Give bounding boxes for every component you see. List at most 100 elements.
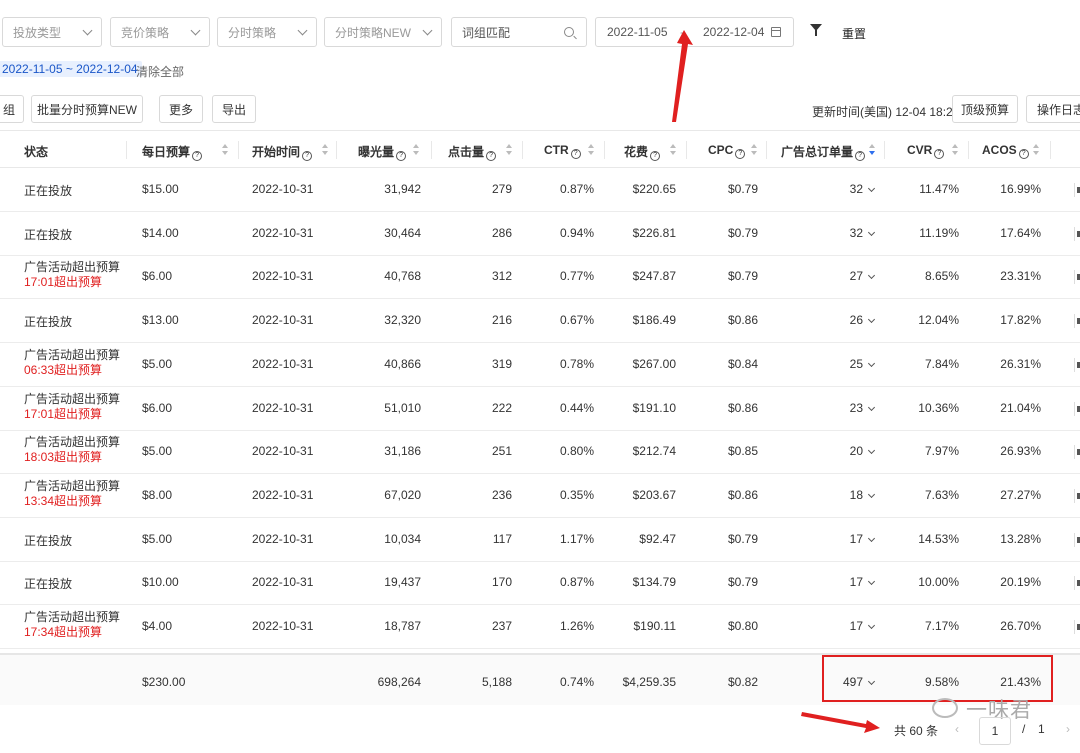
col-clicks[interactable]: 点击量? (448, 143, 497, 161)
col-daily-budget[interactable]: 每日预算? (142, 143, 203, 161)
sort-icon[interactable] (952, 144, 958, 156)
help-icon[interactable]: ? (570, 149, 581, 159)
orders-cell[interactable]: 32 (850, 226, 876, 240)
help-icon[interactable]: ? (192, 151, 203, 161)
sort-icon[interactable] (413, 144, 419, 156)
date-end[interactable]: 2022-12-04 (703, 25, 764, 39)
col-cpc[interactable]: CPC? (708, 143, 746, 159)
daily-budget-cell[interactable]: $13.00 (142, 313, 179, 327)
sort-icon[interactable] (751, 144, 757, 156)
orders-cell[interactable]: 27 (850, 269, 876, 283)
daily-budget-cell[interactable]: $14.00 (142, 226, 179, 240)
help-icon[interactable]: ? (934, 149, 945, 159)
table-row[interactable]: 广告活动超出预算 17:01超出预算 $6.00 2022-10-31 40,768 31… (0, 255, 1080, 300)
daily-budget-cell[interactable]: $6.00 (142, 401, 172, 415)
calendar-icon[interactable] (771, 27, 781, 37)
col-start-time[interactable]: 开始时间? (252, 143, 313, 161)
orders-cell[interactable]: 18 (850, 488, 876, 502)
action-column-edge[interactable] (1074, 314, 1080, 329)
col-ctr[interactable]: CTR? (544, 143, 581, 159)
action-column-edge[interactable] (1074, 488, 1080, 503)
action-column-edge[interactable] (1074, 532, 1080, 547)
time-strategy-select[interactable]: 分时策略 (217, 17, 317, 47)
sort-icon[interactable] (588, 144, 594, 156)
table-row[interactable]: 广告活动超出预算 17:34超出预算 $4.00 2022-10-31 18,787 23… (0, 605, 1080, 649)
clear-all-link[interactable]: 清除全部 (136, 63, 184, 80)
delivery-type-select[interactable]: 投放类型 (2, 17, 102, 47)
help-icon[interactable]: ? (735, 149, 746, 159)
page-number-input[interactable]: 1 (979, 717, 1011, 745)
daily-budget-cell[interactable]: $5.00 (142, 444, 172, 458)
match-type-search[interactable]: 词组匹配 (451, 17, 587, 47)
orders-cell[interactable]: 26 (850, 313, 876, 327)
search-icon[interactable] (564, 27, 574, 37)
table-row[interactable]: 正在投放 $5.00 2022-10-31 10,034 117 1.17% $92.47 $… (0, 518, 1080, 562)
col-spend[interactable]: 花费? (624, 143, 661, 161)
table-row[interactable]: 正在投放 $14.00 2022-10-31 30,464 286 0.94% $226.8… (0, 212, 1080, 256)
filter-icon[interactable] (810, 24, 822, 36)
batch-time-budget-button[interactable]: 批量分时预算NEW (31, 95, 143, 123)
help-icon[interactable]: ? (855, 151, 866, 161)
help-icon[interactable]: ? (396, 151, 407, 161)
help-icon[interactable]: ? (650, 151, 661, 161)
help-icon[interactable]: ? (302, 151, 313, 161)
daily-budget-cell[interactable]: $8.00 (142, 488, 172, 502)
reset-button[interactable]: 重置 (842, 25, 866, 42)
table-row[interactable]: 广告活动超出预算 17:01超出预算 $6.00 2022-10-31 51,010 22… (0, 387, 1080, 431)
action-column-edge[interactable] (1074, 620, 1080, 634)
action-column-edge[interactable] (1074, 183, 1080, 197)
sort-icon[interactable] (322, 144, 328, 156)
action-column-edge[interactable] (1074, 357, 1080, 372)
date-range-tag[interactable]: 2022-11-05 ~ 2022-12-04 (0, 61, 142, 77)
prev-page-icon[interactable]: ‹ (955, 722, 959, 736)
daily-budget-cell[interactable]: $15.00 (142, 182, 179, 196)
help-icon[interactable]: ? (486, 151, 497, 161)
status-cell: 广告活动超出预算 17:01超出预算 (24, 260, 120, 290)
action-column-edge[interactable] (1074, 270, 1080, 285)
table-row[interactable]: 正在投放 $10.00 2022-10-31 19,437 170 0.87% $134.7… (0, 561, 1080, 606)
table-row[interactable]: 广告活动超出预算 18:03超出预算 $5.00 2022-10-31 31,186 25… (0, 430, 1080, 475)
orders-cell[interactable]: 20 (850, 444, 876, 458)
action-column-edge[interactable] (1074, 576, 1080, 591)
bid-strategy-select[interactable]: 竞价策略 (110, 17, 210, 47)
help-icon[interactable]: ? (1018, 149, 1029, 159)
orders-cell[interactable]: 17 (850, 532, 876, 546)
impressions-cell: 40,866 (384, 356, 421, 371)
export-button[interactable]: 导出 (212, 95, 256, 123)
orders-cell[interactable]: 17 (850, 619, 876, 633)
table-row[interactable]: 广告活动超出预算 13:34超出预算 $8.00 2022-10-31 67,020 23… (0, 474, 1080, 518)
next-page-icon[interactable]: › (1066, 722, 1070, 736)
col-impressions[interactable]: 曝光量? (358, 143, 407, 161)
orders-cell[interactable]: 23 (850, 401, 876, 415)
orders-cell[interactable]: 25 (850, 357, 876, 371)
date-range-picker[interactable]: 2022-11-05 - 2022-12-04 (595, 17, 794, 47)
date-start[interactable]: 2022-11-05 (607, 25, 668, 39)
sort-icon[interactable] (1033, 144, 1039, 156)
operation-log-button[interactable]: 操作日志 (1026, 95, 1080, 123)
action-column-edge[interactable] (1074, 445, 1080, 460)
more-button[interactable]: 更多 (159, 95, 203, 123)
table-row[interactable]: 广告活动超出预算 06:33超出预算 $5.00 2022-10-31 40,866 31… (0, 343, 1080, 387)
sort-icon[interactable] (670, 144, 676, 156)
table-row[interactable]: 正在投放 $13.00 2022-10-31 32,320 216 0.67% $186.4… (0, 299, 1080, 344)
daily-budget-cell[interactable]: $4.00 (142, 619, 172, 633)
daily-budget-cell[interactable]: $6.00 (142, 269, 172, 283)
action-column-edge[interactable] (1074, 401, 1080, 416)
col-acos[interactable]: ACOS? (982, 143, 1029, 159)
daily-budget-cell[interactable]: $5.00 (142, 357, 172, 371)
group-button[interactable]: 组 (0, 95, 24, 123)
sort-desc-icon[interactable] (869, 144, 875, 156)
col-orders[interactable]: 广告总订单量? (781, 143, 866, 161)
action-column-edge[interactable] (1074, 226, 1080, 241)
sort-icon[interactable] (506, 144, 512, 156)
time-strategy-new-select[interactable]: 分时策略NEW (324, 17, 442, 47)
orders-cell[interactable]: 32 (850, 182, 876, 196)
impressions-cell: 31,942 (384, 182, 421, 196)
col-cvr[interactable]: CVR? (907, 143, 945, 159)
top-budget-button[interactable]: 顶级预算 (952, 95, 1018, 123)
daily-budget-cell[interactable]: $5.00 (142, 532, 172, 546)
table-row[interactable]: 正在投放 $15.00 2022-10-31 31,942 279 0.87% $220.6… (0, 168, 1080, 212)
orders-cell[interactable]: 17 (850, 575, 876, 589)
daily-budget-cell[interactable]: $10.00 (142, 575, 179, 589)
sort-icon[interactable] (222, 144, 228, 156)
